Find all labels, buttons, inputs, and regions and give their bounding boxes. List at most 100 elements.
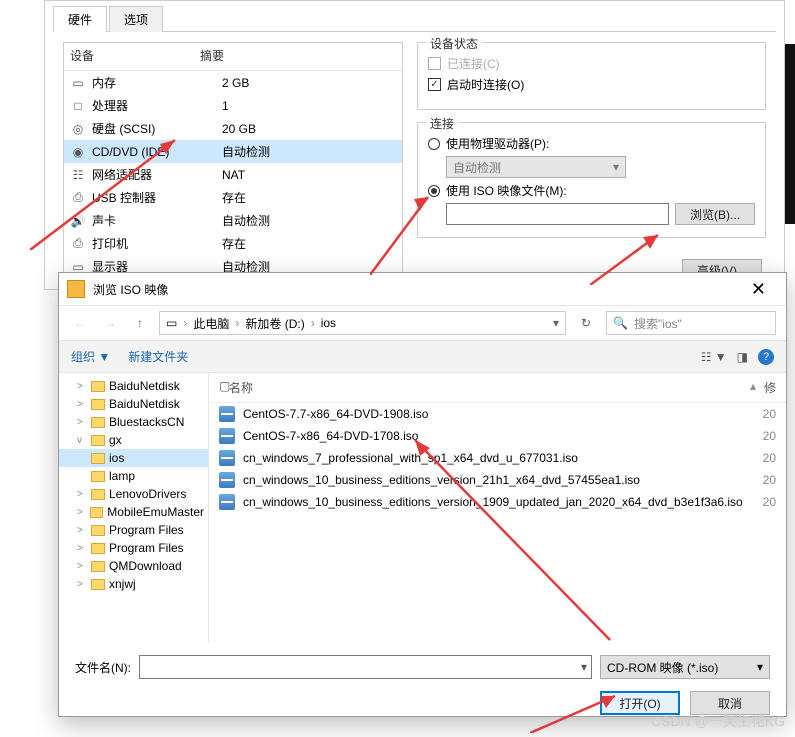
expand-icon[interactable]: > (77, 543, 87, 554)
tree-item[interactable]: > xnjwj (59, 575, 208, 593)
iso-file-label: 使用 ISO 映像文件(M): (446, 182, 567, 199)
physical-drive-radio[interactable]: 使用物理驱动器(P): (428, 135, 755, 152)
chevron-down-icon[interactable]: ▾ (581, 660, 587, 674)
device-name: 硬盘 (SCSI) (92, 120, 222, 137)
file-row[interactable]: CentOS-7-x86_64-DVD-1708.iso 20 (209, 425, 786, 447)
expand-icon[interactable]: > (77, 399, 87, 410)
crumb-0[interactable]: 此电脑 (193, 315, 229, 332)
tree-item[interactable]: > Program Files (59, 521, 208, 539)
expand-icon[interactable]: > (77, 417, 87, 428)
col-name[interactable]: 名称 (229, 379, 750, 396)
file-filter-combo[interactable]: CD-ROM 映像 (*.iso) ▾ (600, 655, 770, 679)
tree-item[interactable]: ios (59, 449, 208, 467)
device-row[interactable]: ◉ CD/DVD (IDE) 自动检测 (64, 140, 402, 163)
radio-icon (428, 185, 440, 197)
tree-label: xnjwj (109, 577, 136, 591)
device-row[interactable]: ▭ 内存 2 GB (64, 71, 402, 94)
device-row[interactable]: ☷ 网络适配器 NAT (64, 163, 402, 186)
iso-file-icon (219, 406, 235, 422)
tree-item[interactable]: v gx (59, 431, 208, 449)
nav-back-button[interactable]: ← (69, 312, 91, 334)
chevron-down-icon[interactable]: ▾ (553, 316, 559, 330)
device-name: USB 控制器 (92, 189, 222, 206)
connection-group: 连接 使用物理驱动器(P): 自动检测 ▾ 使用 ISO 映像文件(M): 浏览… (417, 122, 766, 238)
view-mode-button[interactable]: ☷ ▼ (701, 350, 727, 364)
expand-icon[interactable]: > (77, 579, 87, 590)
connect-on-power-checkbox[interactable]: ✓ 启动时连接(O) (428, 76, 755, 93)
filename-input[interactable]: ▾ (139, 655, 592, 679)
iso-path-input[interactable] (446, 203, 669, 225)
tree-item[interactable]: > Program Files (59, 539, 208, 557)
nav-up-button[interactable]: ↑ (129, 312, 151, 334)
organize-menu[interactable]: 组织 ▼ (71, 348, 110, 365)
physical-drive-combo[interactable]: 自动检测 ▾ (446, 156, 626, 178)
device-row[interactable]: 🔊 声卡 自动检测 (64, 209, 402, 232)
help-button[interactable]: ? (758, 349, 774, 365)
search-icon: 🔍 (613, 316, 628, 330)
file-row[interactable]: cn_windows_10_business_editions_version_… (209, 469, 786, 491)
vm-tabs: 硬件 选项 (45, 1, 784, 31)
refresh-button[interactable]: ↻ (574, 316, 598, 330)
dialog-title: 浏览 ISO 映像 (93, 281, 168, 298)
device-name: 内存 (92, 74, 222, 91)
tab-options[interactable]: 选项 (109, 6, 163, 32)
device-name: 打印机 (92, 235, 222, 252)
tree-item[interactable]: > QMDownload (59, 557, 208, 575)
new-folder-button[interactable]: 新建文件夹 (128, 348, 188, 365)
nav-forward-button[interactable]: → (99, 312, 121, 334)
tree-label: ios (109, 451, 124, 465)
folder-icon (91, 453, 105, 464)
file-row[interactable]: CentOS-7.7-x86_64-DVD-1908.iso 20 (209, 403, 786, 425)
iso-file-icon (219, 494, 235, 510)
device-row[interactable]: □ 处理器 1 (64, 94, 402, 117)
device-summary: 自动检测 (222, 143, 396, 160)
tree-label: Program Files (109, 541, 184, 555)
tree-label: gx (109, 433, 122, 447)
device-list: 设备 摘要 ▭ 内存 2 GB□ 处理器 1◎ 硬盘 (SCSI) 20 GB◉… (63, 42, 403, 279)
device-icon: ◎ (70, 122, 86, 136)
device-row[interactable]: ◎ 硬盘 (SCSI) 20 GB (64, 117, 402, 140)
filter-value: CD-ROM 映像 (*.iso) (607, 659, 718, 676)
expand-icon[interactable]: > (77, 489, 87, 500)
search-input[interactable]: 🔍 搜索"ios" (606, 311, 776, 335)
close-button[interactable]: ✕ (739, 279, 778, 300)
device-name: CD/DVD (IDE) (92, 145, 222, 159)
tree-item[interactable]: > LenovoDrivers (59, 485, 208, 503)
tree-item[interactable]: > MobileEmuMaster (59, 503, 208, 521)
breadcrumb[interactable]: ▭ › 此电脑 › 新加卷 (D:) › ios ▾ (159, 311, 566, 335)
expand-icon[interactable]: > (77, 507, 86, 518)
browse-button[interactable]: 浏览(B)... (675, 203, 755, 225)
search-placeholder: 搜索"ios" (634, 315, 682, 332)
file-date: 20 (763, 407, 776, 421)
tree-item[interactable]: lamp (59, 467, 208, 485)
crumb-2[interactable]: ios (321, 316, 336, 330)
tab-hardware[interactable]: 硬件 (53, 6, 107, 32)
file-name: cn_windows_7_professional_with_sp1_x64_d… (243, 451, 755, 465)
connected-checkbox[interactable]: 已连接(C) (428, 55, 755, 72)
device-icon: □ (70, 99, 86, 113)
col-date[interactable]: 修 (756, 379, 776, 396)
device-icon: ☷ (70, 168, 86, 182)
expand-icon[interactable]: v (77, 435, 87, 446)
device-row[interactable]: ⎙ USB 控制器 存在 (64, 186, 402, 209)
device-status-legend: 设备状态 (426, 35, 482, 52)
file-date: 20 (763, 429, 776, 443)
file-row[interactable]: cn_windows_10_business_editions_version_… (209, 491, 786, 513)
tree-item[interactable]: > BluestacksCN (59, 413, 208, 431)
iso-file-icon (219, 428, 235, 444)
tree-item[interactable]: > BaiduNetdisk (59, 377, 208, 395)
device-row[interactable]: ⎙ 打印机 存在 (64, 232, 402, 255)
tree-label: MobileEmuMaster (107, 505, 204, 519)
expand-icon[interactable]: > (77, 561, 87, 572)
expand-icon[interactable]: > (77, 525, 87, 536)
file-name: cn_windows_10_business_editions_version_… (243, 495, 755, 509)
tree-item[interactable]: > BaiduNetdisk (59, 395, 208, 413)
preview-pane-button[interactable]: ◨ (737, 350, 748, 364)
crumb-1[interactable]: 新加卷 (D:) (245, 315, 304, 332)
folder-tree[interactable]: > BaiduNetdisk> BaiduNetdisk> Bluestacks… (59, 373, 209, 643)
expand-icon[interactable]: > (77, 381, 87, 392)
folder-icon (90, 507, 103, 518)
iso-file-radio[interactable]: 使用 ISO 映像文件(M): (428, 182, 755, 199)
col-summary: 摘要 (200, 47, 396, 64)
file-row[interactable]: cn_windows_7_professional_with_sp1_x64_d… (209, 447, 786, 469)
